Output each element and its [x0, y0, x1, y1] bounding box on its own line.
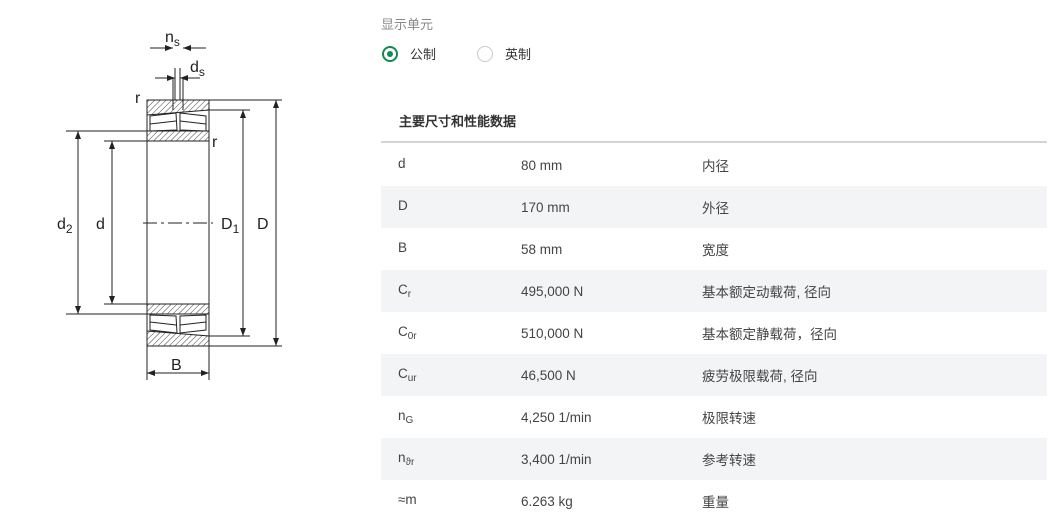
D1-label: D1 [221, 216, 240, 236]
spec-description: 基本额定静载荷，径向 [702, 327, 837, 342]
radio-imperial[interactable]: 英制 [477, 44, 531, 63]
spec-value: 4,250 1/min [521, 409, 592, 425]
spec-symbol: B [398, 240, 408, 255]
spec-description: 宽度 [702, 243, 729, 258]
radio-metric-button[interactable] [382, 45, 398, 62]
d-label: d [96, 216, 105, 233]
spec-value: 80 mm [521, 157, 563, 173]
specs-divider [381, 141, 1047, 143]
specs-title: 主要尺寸和性能数据 [399, 114, 517, 129]
spec-symbol: C0r [398, 324, 417, 342]
d2-label: d2 [57, 216, 73, 236]
spec-description: 外径 [702, 201, 729, 216]
r-label-top: r [135, 90, 141, 107]
radio-metric[interactable]: 公制 [382, 44, 436, 63]
spec-symbol: D [398, 198, 408, 213]
spec-value: 510,000 N [521, 325, 584, 341]
bearing-dimension-diagram: ns ds r r d2 d D1 D B [57, 29, 282, 380]
spec-description: 重量 [702, 495, 729, 510]
spec-value: 3,400 1/min [521, 451, 592, 467]
spec-row-d: d 80 mm 内径 [381, 144, 1047, 186]
spec-symbol: nG [398, 408, 414, 426]
spec-value: 46,500 N [521, 367, 576, 383]
spec-row-nthetar: nϑr 3,400 1/min 参考转速 [381, 438, 1047, 480]
B-label: B [171, 357, 182, 374]
spec-description: 疲劳极限载荷, 径向 [702, 369, 818, 384]
spec-value: 6.263 kg [521, 493, 573, 509]
unit-selector-caption: 显示单元 [381, 17, 434, 32]
spec-row-mass: ≈m 6.263 kg 重量 [381, 480, 1047, 522]
spec-description: 内径 [702, 159, 729, 174]
radio-imperial-label: 英制 [505, 47, 532, 62]
spec-description: 极限转速 [702, 411, 756, 426]
spec-description: 参考转速 [702, 453, 756, 468]
radio-imperial-button[interactable] [477, 45, 493, 62]
spec-row-D: D 170 mm 外径 [381, 186, 1047, 228]
D-label: D [257, 216, 269, 233]
spec-row-Cr: Cr 495,000 N 基本额定动载荷, 径向 [381, 270, 1047, 312]
r-label-right: r [212, 134, 218, 151]
spec-symbol: Cr [398, 282, 412, 300]
spec-value: 170 mm [521, 199, 570, 215]
spec-row-nG: nG 4,250 1/min 极限转速 [381, 396, 1047, 438]
spec-row-Cur: Cur 46,500 N 疲劳极限载荷, 径向 [381, 354, 1047, 396]
spec-row-B: B 58 mm 宽度 [381, 228, 1047, 270]
spec-symbol: Cur [398, 366, 417, 384]
spec-symbol: ≈m [398, 492, 417, 507]
spec-symbol: d [398, 156, 406, 171]
spec-description: 基本额定动载荷, 径向 [702, 285, 832, 300]
radio-metric-label: 公制 [410, 47, 437, 62]
ns-label: ns [165, 29, 180, 49]
spec-row-C0r: C0r 510,000 N 基本额定静载荷，径向 [381, 312, 1047, 354]
spec-value: 58 mm [521, 241, 563, 257]
ds-label: ds [190, 59, 205, 79]
specs-table: d 80 mm 内径 D 170 mm 外径 B 58 mm 宽度 Cr 495… [381, 144, 1047, 522]
spec-value: 495,000 N [521, 283, 584, 299]
spec-symbol: nϑr [398, 450, 415, 468]
